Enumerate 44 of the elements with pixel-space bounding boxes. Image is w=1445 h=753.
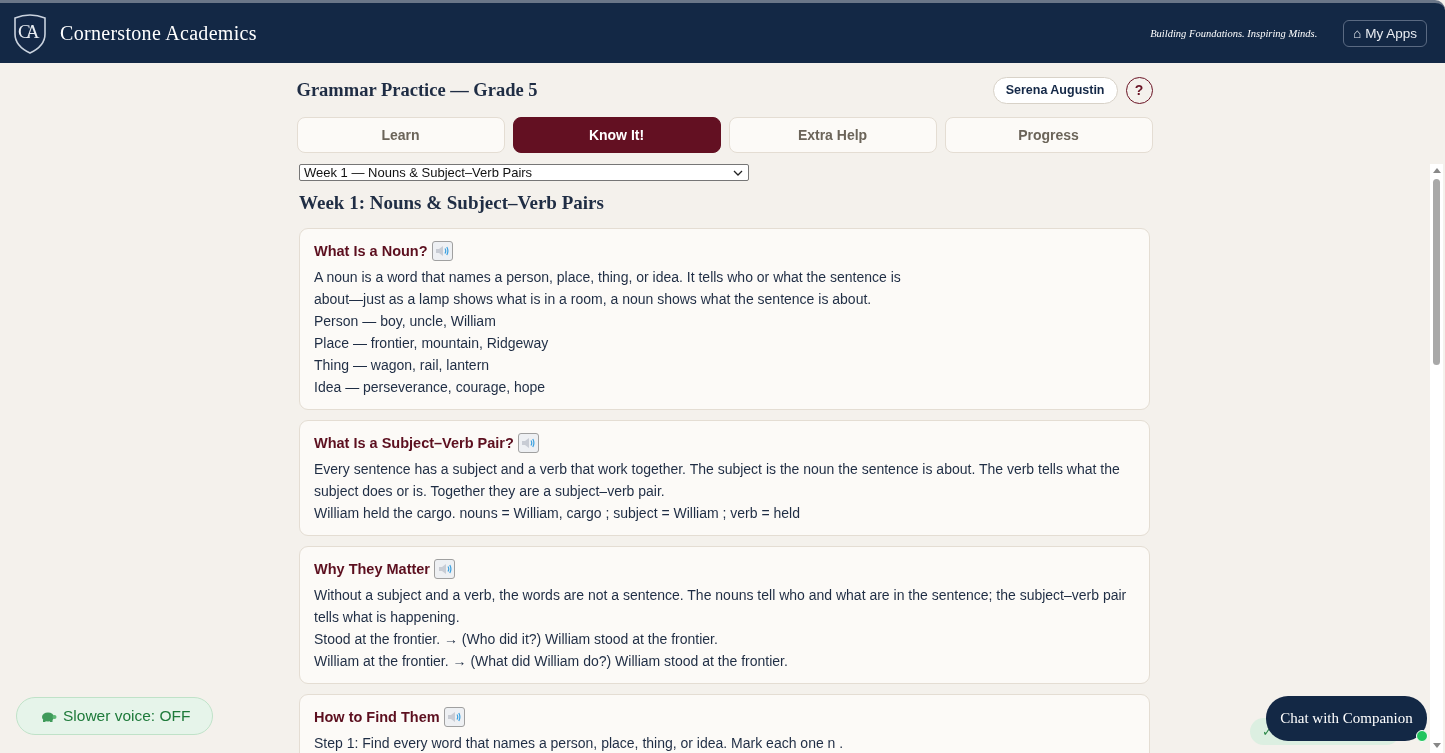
- slower-voice-toggle[interactable]: Slower voice: OFF: [16, 697, 214, 735]
- card-title: Why They Matter: [314, 560, 430, 577]
- speaker-icon: [521, 436, 536, 449]
- card-title: How to Find Them: [314, 708, 440, 725]
- scroll-thumb[interactable]: [1433, 179, 1440, 365]
- speaker-icon: [437, 562, 452, 575]
- brand-name: Cornerstone Academics: [60, 21, 257, 45]
- scroll-down-icon[interactable]: [1432, 743, 1441, 749]
- card-text: Without a subject and a verb, the words are not a sentence. The nouns tell who and what are in the sentence; the subject–verb pair tells what is happening.: [314, 586, 1128, 627]
- page-title: Grammar Practice — Grade 5: [296, 79, 538, 101]
- tagline: Building Foundations. Inspiring Minds.: [1150, 27, 1318, 39]
- my-apps-button[interactable]: ⌂ My Apps: [1343, 19, 1427, 47]
- card-text: Idea — perseverance, courage, hope: [314, 378, 547, 397]
- section-title: Week 1: Nouns & Subject–Verb Pairs: [299, 192, 605, 214]
- turtle-icon: [41, 710, 57, 722]
- card-title: What Is a Noun?: [314, 242, 428, 259]
- speaker-button[interactable]: [443, 706, 465, 727]
- week-select[interactable]: Week 1 — Nouns & Subject–Verb Pairs: [299, 164, 749, 181]
- card-text: about—just as a lamp shows what is in a room, a noun shows what the sentence is about.: [314, 290, 873, 309]
- tab[interactable]: Learn: [296, 117, 505, 153]
- card-text: William held the cargo. nouns = William, cargo ; subject = William ; verb = held: [314, 504, 801, 523]
- user-name-button[interactable]: Serena Augustin: [992, 76, 1118, 104]
- tab[interactable]: Extra Help: [728, 117, 937, 153]
- scrollbar[interactable]: [1430, 164, 1443, 753]
- card-text: William at the frontier. → (What did William do?) William stood at the frontier.: [314, 652, 789, 671]
- speaker-button[interactable]: [517, 432, 539, 453]
- speaker-icon: [435, 244, 450, 257]
- tab[interactable]: Know It!: [512, 117, 721, 153]
- card-text: Thing — wagon, rail, lantern: [314, 356, 491, 375]
- scroll-up-icon[interactable]: [1432, 167, 1441, 173]
- logo-monogram: CA: [18, 21, 36, 43]
- card-text: A noun is a word that names a person, place, thing, or idea. It tells who or what the sentence is: [314, 268, 902, 287]
- tab[interactable]: Progress: [944, 117, 1153, 153]
- card-text: Stood at the frontier. → (Who did it?) William stood at the frontier.: [314, 630, 719, 649]
- speaker-button[interactable]: [431, 240, 453, 261]
- speaker-button[interactable]: [434, 558, 455, 579]
- shield-logo-icon: [12, 12, 48, 54]
- speaker-icon: [447, 710, 462, 723]
- caret-icon: [733, 169, 743, 176]
- card-text: Every sentence has a subject and a verb that work together. The subject is the noun the sentence is about. The verb tells what the subject does or is. Together they are a subject–verb pair.: [314, 460, 1121, 501]
- card-text: Place — frontier, mountain, Ridgeway: [314, 334, 550, 353]
- card-text: Step 1: Find every word that names a person, place, thing, or idea. Mark each one n .: [314, 734, 845, 753]
- card-title: What Is a Subject–Verb Pair?: [314, 434, 514, 451]
- card-text: Person — boy, uncle, William: [314, 312, 497, 331]
